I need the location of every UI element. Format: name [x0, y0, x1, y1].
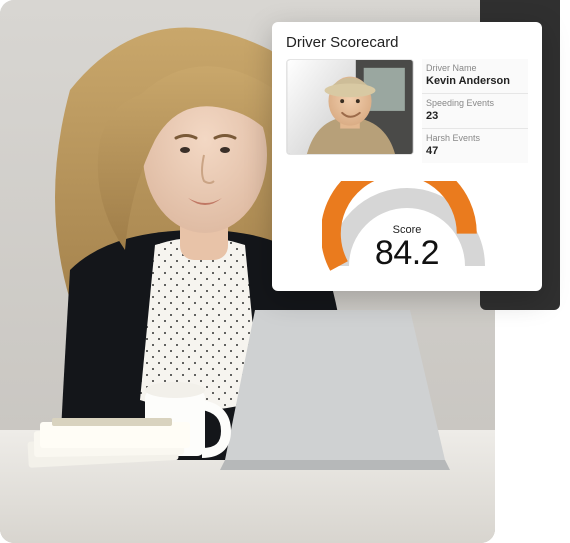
- score-gauge: Score 84.2: [322, 181, 492, 273]
- stat-value: 23: [426, 109, 524, 123]
- stat-value: Kevin Anderson: [426, 74, 524, 88]
- driver-stats: Driver Name Kevin Anderson Speeding Even…: [422, 59, 528, 163]
- stat-value: 47: [426, 144, 524, 158]
- driver-scorecard-card: Driver Scorecard: [272, 22, 542, 291]
- stat-speeding-events: Speeding Events 23: [422, 94, 528, 129]
- card-title: Driver Scorecard: [286, 34, 528, 51]
- score-value: 84.2: [322, 234, 492, 273]
- driver-photo: [286, 59, 414, 155]
- stat-harsh-events: Harsh Events 47: [422, 129, 528, 163]
- stat-label: Harsh Events: [426, 133, 524, 144]
- stat-label: Driver Name: [426, 63, 524, 74]
- stat-label: Speeding Events: [426, 98, 524, 109]
- stat-driver-name: Driver Name Kevin Anderson: [422, 59, 528, 94]
